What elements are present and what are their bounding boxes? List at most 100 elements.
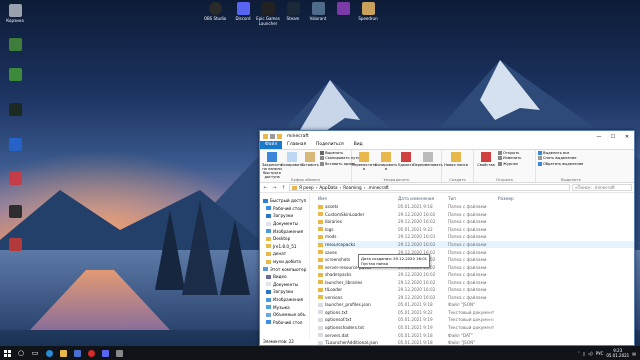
new-folder-icon[interactable] <box>277 134 282 139</box>
column-date[interactable]: Дата изменения <box>398 196 448 201</box>
task-view-button[interactable]: ▭ <box>28 346 42 360</box>
column-type[interactable]: Тип <box>448 196 498 201</box>
store-icon <box>73 349 81 357</box>
file-row[interactable]: shaderpacks 29.12.2020 16:02 Папка с файла… <box>318 271 634 279</box>
breadcrumb-item[interactable]: .minecraft <box>367 185 388 190</box>
edge-icon <box>45 349 53 357</box>
close-button[interactable]: ✕ <box>620 131 634 142</box>
clock[interactable]: 9:23 05.01.2021 <box>606 348 629 358</box>
search-input[interactable]: ⌕ Поиск: .minecraft <box>572 184 632 191</box>
notifications-icon[interactable]: ▤ <box>632 351 636 356</box>
nav-item[interactable]: Рабочий стол <box>260 319 309 327</box>
chevron-up-icon[interactable]: ˄ <box>578 351 580 356</box>
properties-icon[interactable] <box>270 134 275 139</box>
file-icon <box>318 317 323 322</box>
column-size[interactable]: Размер <box>498 196 538 201</box>
nav-item[interactable]: Desktop <box>260 235 309 243</box>
desktop-icon-obs[interactable]: OBS Studio <box>200 2 230 21</box>
maximize-button[interactable]: ☐ <box>606 131 620 142</box>
desktop-icon-recycle-bin[interactable]: Корзина <box>0 4 30 23</box>
file-row[interactable]: resourcepacks 29.12.2020 16:02 Папка с фай… <box>318 240 634 249</box>
file-name-cell: optionsshaders.txt <box>318 325 398 330</box>
desktop-icon-app[interactable] <box>0 103 30 117</box>
navigation-pane[interactable]: Быстрый доступ Рабочий стол Загрузки Докуме… <box>260 194 310 338</box>
file-type-cell: Папка с файлами <box>448 211 487 217</box>
taskbar-store[interactable] <box>70 346 84 360</box>
file-row[interactable]: tlLoader 29.12.2020 16:02 Папка с файлами <box>318 286 634 294</box>
edit-button[interactable]: Изменить <box>498 156 521 161</box>
desktop-icon-app[interactable] <box>0 205 30 219</box>
nav-item[interactable]: Музыка <box>260 303 309 311</box>
select-none-button[interactable]: Снять выделение <box>538 156 583 161</box>
tab-share[interactable]: Поделиться <box>311 141 349 149</box>
desktop-icon-speedrun[interactable]: Speedrun <box>353 2 383 21</box>
forward-button[interactable]: → <box>271 185 278 191</box>
tab-view[interactable]: Вид <box>349 141 368 149</box>
file-name-cell: options.txt <box>318 310 398 315</box>
nav-item[interactable]: мухи добита <box>260 258 309 266</box>
file-icon <box>318 333 323 338</box>
up-button[interactable]: ↑ <box>280 185 287 191</box>
tab-file[interactable]: Файл <box>260 141 283 149</box>
nav-item[interactable]: Документы <box>260 281 309 289</box>
nav-item[interactable]: Загрузки <box>260 288 309 296</box>
nav-item[interactable]: Этот компьютер <box>260 265 309 273</box>
rename-icon <box>422 152 433 162</box>
nav-item[interactable]: Документы <box>260 220 309 228</box>
tab-home[interactable]: Главная <box>282 141 311 149</box>
language-indicator[interactable]: РУС <box>596 351 604 356</box>
taskbar-edge[interactable] <box>42 346 56 360</box>
address-bar[interactable]: Я реер › AppData › Roaming › .minecraft <box>289 184 570 191</box>
desktop-icon-app[interactable] <box>0 68 30 82</box>
start-button[interactable] <box>0 346 14 360</box>
network-icon[interactable]: ▯ <box>583 351 585 356</box>
file-row[interactable]: launcher_libraries 29.12.2020 16:02 Папка … <box>318 278 634 286</box>
select-all-button[interactable]: Выделить все <box>538 151 583 156</box>
nav-item[interactable]: Загрузки <box>260 212 309 220</box>
desktop-icon-app[interactable] <box>0 238 30 252</box>
nav-item[interactable]: Быстрый доступ <box>260 197 309 205</box>
back-button[interactable]: ← <box>262 185 269 191</box>
breadcrumb-item[interactable]: Roaming <box>343 185 361 190</box>
discord-icon <box>101 349 109 357</box>
file-row[interactable]: logs 05.01.2021 9:22 Папка с файлами <box>318 226 634 234</box>
file-row[interactable]: mods 29.12.2020 16:01 Папка с файлами <box>318 233 634 241</box>
desktop-icon-app[interactable] <box>0 38 30 52</box>
invert-selection-button[interactable]: Обратить выделение <box>538 162 583 166</box>
taskbar-app[interactable] <box>112 346 126 360</box>
desktop-icon-app[interactable] <box>0 172 30 186</box>
copy-to-icon <box>381 152 391 162</box>
volume-icon[interactable]: ◁) <box>588 351 593 356</box>
file-row[interactable]: launcher_profiles.json 05.01.2021 9:18 Фай… <box>318 301 634 309</box>
minimize-button[interactable]: — <box>592 131 606 142</box>
file-date-cell: 29.12.2020 16:02 <box>398 287 436 293</box>
file-row[interactable]: versions 29.12.2020 16:02 Папка с файлами <box>318 294 634 302</box>
search-button[interactable]: ○ <box>14 346 28 360</box>
nav-item[interactable]: Рабочий стол <box>260 205 309 213</box>
taskbar-discord[interactable] <box>98 346 112 360</box>
file-row[interactable]: CustomSkinLoader 29.12.2020 16:02 Папка с … <box>318 211 634 219</box>
address-bar-row: ← → ↑ Я реер › AppData › Roaming › .minecra… <box>260 183 634 193</box>
nav-item[interactable]: Изображения <box>260 296 309 304</box>
breadcrumb-item[interactable]: AppData <box>319 185 337 190</box>
column-name[interactable]: Имя <box>318 196 398 201</box>
taskbar-explorer[interactable] <box>56 346 70 360</box>
file-name-cell: tlLoader <box>318 287 398 292</box>
file-row[interactable]: assets 05.01.2021 9:18 Папка с файлами <box>318 203 634 211</box>
nav-item[interactable]: Jre1.8.0_51 <box>260 243 309 251</box>
open-icon <box>498 151 502 156</box>
history-button[interactable]: Журнал <box>498 162 521 166</box>
taskbar-opera[interactable] <box>84 346 98 360</box>
file-date-cell: 05.01.2021 9:22 <box>398 309 433 315</box>
open-button[interactable]: Открыть <box>498 151 521 156</box>
nav-item[interactable]: Изображения <box>260 227 309 235</box>
desktop-icon-app[interactable] <box>0 138 30 152</box>
file-type-cell: Папка с файлами <box>448 257 487 263</box>
file-row[interactable]: libraries 29.12.2020 16:02 Папка с файлами <box>318 218 634 226</box>
windows-icon <box>3 349 11 357</box>
tooltip-line: Пустая папка <box>361 261 389 266</box>
nav-item[interactable]: Видео <box>260 273 309 281</box>
nav-item[interactable]: денат <box>260 250 309 258</box>
nav-item[interactable]: Объемные объ <box>260 311 309 319</box>
breadcrumb-item[interactable]: Я реер <box>299 185 314 190</box>
